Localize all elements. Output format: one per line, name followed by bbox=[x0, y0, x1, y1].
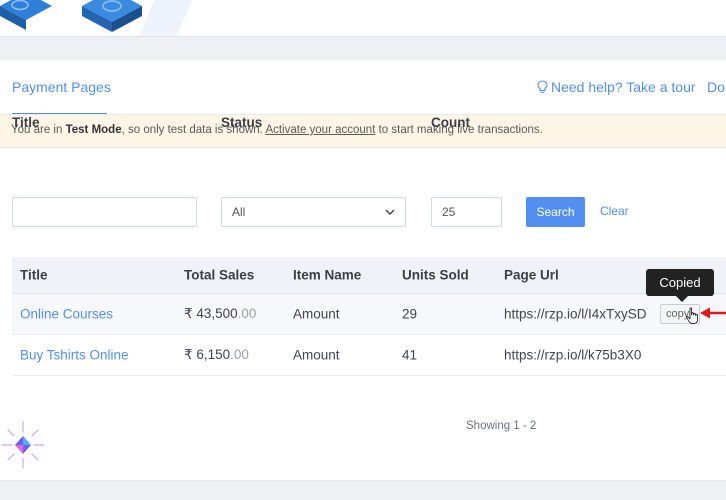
copied-tooltip: Copied bbox=[646, 269, 714, 302]
row-units-sold: 29 bbox=[402, 306, 418, 322]
pagination-info: Showing 1 - 2 bbox=[466, 420, 537, 432]
header-illustration bbox=[0, 0, 193, 36]
banner-mode: Test Mode bbox=[65, 124, 122, 136]
page-footer-area bbox=[0, 480, 726, 500]
col-item-name: Item Name bbox=[293, 267, 362, 283]
row-title-link[interactable]: Buy Tshirts Online bbox=[20, 348, 129, 363]
table-header: Title Total Sales Item Name Units Sold P… bbox=[12, 257, 726, 294]
row-item-name: Amount bbox=[293, 347, 340, 363]
sales-paise: .00 bbox=[230, 347, 249, 362]
tab-payment-pages[interactable]: Payment Pages bbox=[12, 79, 111, 95]
row-page-url: https://rzp.io/l/I4xTxySD bbox=[504, 306, 647, 322]
assistant-sparkle-icon[interactable] bbox=[0, 420, 46, 470]
count-filter-label: Count bbox=[431, 115, 470, 130]
col-total-sales: Total Sales bbox=[184, 267, 255, 283]
strip-divider bbox=[0, 36, 726, 37]
row-item-name: Amount bbox=[293, 306, 340, 322]
docs-link[interactable]: Do bbox=[707, 79, 725, 95]
sales-amount: ₹ 43,500 bbox=[184, 306, 238, 321]
top-header-strip bbox=[0, 0, 726, 36]
lightbulb-icon bbox=[537, 80, 548, 93]
row-units-sold: 41 bbox=[402, 347, 418, 363]
col-page-url: Page Url bbox=[504, 267, 559, 283]
title-filter-input[interactable] bbox=[12, 197, 197, 227]
table-row: Online Courses ₹ 43,500.00 Amount 29 htt… bbox=[12, 294, 726, 335]
status-select-value: All bbox=[232, 205, 246, 219]
help-tour-link[interactable]: Need help? Take a tour bbox=[537, 79, 696, 95]
clear-button[interactable]: Clear bbox=[600, 204, 629, 218]
payment-pages-table: Title Total Sales Item Name Units Sold P… bbox=[12, 257, 726, 376]
count-input[interactable] bbox=[431, 197, 502, 227]
row-total-sales: ₹ 6,150.00 bbox=[184, 347, 249, 363]
col-units-sold: Units Sold bbox=[402, 267, 469, 283]
title-filter-label: Title bbox=[12, 115, 40, 130]
help-tour-label: Need help? Take a tour bbox=[551, 79, 696, 95]
test-mode-banner: You are in Test Mode, so only test data … bbox=[0, 115, 726, 148]
hand-cursor-icon bbox=[686, 307, 699, 324]
status-filter-label: Status bbox=[221, 115, 263, 130]
sales-amount: ₹ 6,150 bbox=[184, 347, 231, 362]
activate-account-link[interactable]: Activate your account bbox=[265, 124, 375, 136]
chevron-down-icon bbox=[385, 209, 395, 215]
row-page-url: https://rzp.io/l/k75b3X0 bbox=[504, 347, 642, 363]
red-arrow-icon bbox=[700, 307, 726, 319]
row-total-sales: ₹ 43,500.00 bbox=[184, 306, 256, 322]
row-title-link[interactable]: Online Courses bbox=[20, 307, 113, 322]
table-row: Buy Tshirts Online ₹ 6,150.00 Amount 41 … bbox=[12, 335, 726, 376]
col-title: Title bbox=[20, 267, 48, 283]
sales-paise: .00 bbox=[237, 306, 257, 321]
search-button[interactable]: Search bbox=[526, 197, 585, 227]
status-select[interactable]: All bbox=[221, 197, 406, 227]
